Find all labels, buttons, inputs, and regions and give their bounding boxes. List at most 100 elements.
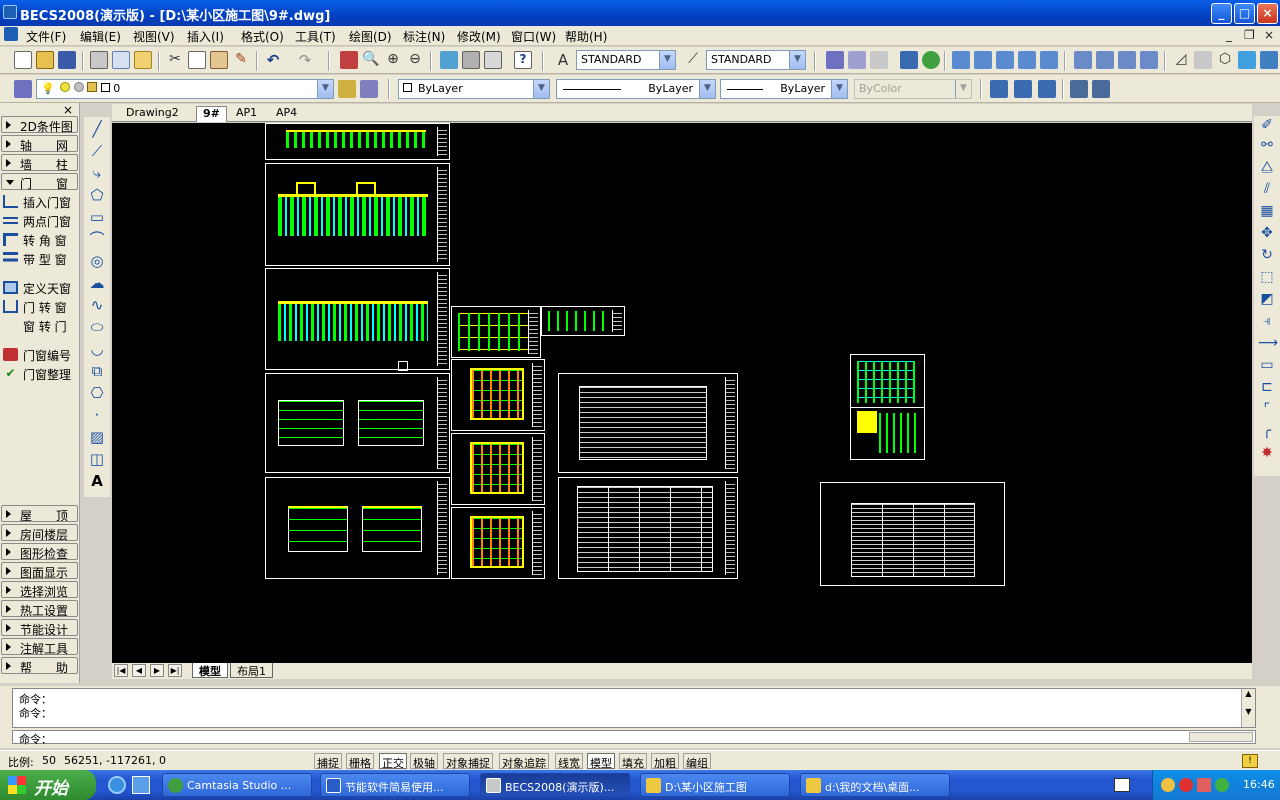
- menu-dimension[interactable]: 标注(N): [403, 28, 445, 45]
- chevron-down-icon[interactable]: ▼: [789, 51, 805, 69]
- group-axis-grid[interactable]: 轴 网: [1, 135, 78, 153]
- print-icon[interactable]: [90, 51, 108, 69]
- polyline-icon[interactable]: ⤷: [88, 164, 106, 182]
- tab-ap4[interactable]: AP4: [270, 106, 303, 122]
- tray-user-icon[interactable]: [1161, 778, 1175, 792]
- task-folder-drawings[interactable]: D:\某小区施工图: [640, 773, 790, 797]
- group-help[interactable]: 帮 助: [1, 657, 78, 675]
- dim-style-select[interactable]: STANDARD ▼: [706, 50, 806, 70]
- group-display[interactable]: 图面显示: [1, 562, 78, 580]
- publish-icon[interactable]: [134, 51, 152, 69]
- sun-icon[interactable]: [60, 82, 71, 92]
- view-front-icon[interactable]: [1040, 51, 1058, 69]
- array-icon[interactable]: ▦: [1258, 202, 1276, 220]
- save-icon[interactable]: [58, 51, 76, 69]
- item-insert-door-window[interactable]: 插入门窗: [1, 193, 78, 210]
- insert-block-icon[interactable]: ⧉: [88, 362, 106, 380]
- zoom-realtime-icon[interactable]: 🔍: [362, 51, 380, 69]
- drawing-sheet[interactable]: [558, 477, 738, 579]
- tray-update-icon[interactable]: [1215, 778, 1229, 792]
- drawing-sheet[interactable]: [265, 163, 450, 266]
- tab-9[interactable]: 9#: [196, 106, 227, 122]
- text-style-select[interactable]: STANDARD ▼: [576, 50, 676, 70]
- pan-icon[interactable]: [340, 51, 358, 69]
- move-icon[interactable]: ✥: [1258, 224, 1276, 242]
- lightbulb-icon[interactable]: 💡: [41, 82, 55, 95]
- group-wall-column[interactable]: 墙 柱: [1, 154, 78, 172]
- dim-edit-icon[interactable]: [1092, 80, 1110, 98]
- arc-icon[interactable]: ⌒: [88, 230, 106, 248]
- drawing-sheet[interactable]: [820, 482, 1005, 586]
- drawing-sheet[interactable]: [265, 268, 450, 370]
- menu-file[interactable]: 文件(F): [26, 28, 66, 45]
- zoom-window-icon[interactable]: ⊕: [384, 51, 402, 69]
- multiline-text-icon[interactable]: A: [88, 472, 106, 490]
- dim-continue-icon[interactable]: [1070, 80, 1088, 98]
- toggle-group[interactable]: 编组: [683, 753, 711, 770]
- item-door-window-organize[interactable]: ✔ 门窗整理: [1, 365, 78, 382]
- ie-icon[interactable]: [108, 776, 126, 794]
- spline-icon[interactable]: ∿: [88, 296, 106, 314]
- color-select[interactable]: ByLayer ▼: [398, 79, 550, 99]
- item-strip-window[interactable]: 带 型 窗: [1, 250, 78, 267]
- design-center-icon[interactable]: [462, 51, 480, 69]
- linetype-select[interactable]: ByLayer ▼: [556, 79, 716, 99]
- preview-icon[interactable]: [112, 51, 130, 69]
- mdi-restore-button[interactable]: ❐: [1244, 28, 1255, 42]
- layer-manager-icon[interactable]: [14, 80, 32, 98]
- item-window-to-door[interactable]: 窗 转 门: [1, 317, 78, 334]
- keyboard-icon[interactable]: [1114, 778, 1130, 792]
- menu-view[interactable]: 视图(V): [133, 28, 175, 45]
- toggle-polar[interactable]: 极轴: [410, 753, 438, 770]
- dim-linear-icon[interactable]: [990, 80, 1008, 98]
- item-corner-window[interactable]: 转 角 窗: [1, 231, 78, 248]
- undo-icon[interactable]: ↶: [264, 51, 282, 69]
- copy-object-icon[interactable]: ⚯: [1258, 136, 1276, 154]
- tab-layout1[interactable]: 布局1: [230, 663, 273, 678]
- chevron-down-icon[interactable]: ▼: [699, 80, 715, 98]
- mirror-icon[interactable]: ⧋: [1258, 158, 1276, 176]
- dim-aligned-icon[interactable]: [1014, 80, 1032, 98]
- break-at-point-icon[interactable]: ▭: [1258, 356, 1276, 374]
- point-icon[interactable]: ·: [88, 406, 106, 424]
- rectangle-icon[interactable]: ▭: [88, 208, 106, 226]
- command-history[interactable]: 命令： 命令： ▲ ▼: [12, 688, 1256, 728]
- prev-tab-button[interactable]: ◀: [132, 664, 146, 677]
- tray-network-icon[interactable]: [1197, 778, 1211, 792]
- chamfer-icon[interactable]: ⌜: [1258, 400, 1276, 418]
- tray-antivirus-icon[interactable]: [1179, 778, 1193, 792]
- view-bottom-icon[interactable]: [974, 51, 992, 69]
- task-folder-desktop[interactable]: d:\我的文档\桌面...: [800, 773, 950, 797]
- tab-ap1[interactable]: AP1: [230, 106, 263, 122]
- tab-model[interactable]: 模型: [192, 663, 228, 678]
- task-camtasia[interactable]: Camtasia Studio ...: [162, 773, 312, 797]
- layer-previous-icon[interactable]: [870, 51, 888, 69]
- circle-icon[interactable]: ◎: [88, 252, 106, 270]
- group-room-floor[interactable]: 房间楼层: [1, 524, 78, 542]
- layer-icon[interactable]: [826, 51, 844, 69]
- text-style-icon[interactable]: A: [554, 51, 572, 69]
- flat-shaded-icon[interactable]: [1260, 51, 1278, 69]
- clock[interactable]: 16:46: [1243, 778, 1275, 791]
- layer-previous-icon[interactable]: [360, 80, 378, 98]
- lineweight-select[interactable]: ByLayer ▼: [720, 79, 848, 99]
- zoom-previous-icon[interactable]: ⊖: [406, 51, 424, 69]
- tool-palette-icon[interactable]: [484, 51, 502, 69]
- group-graphic-check[interactable]: 图形检查: [1, 543, 78, 561]
- item-door-to-window[interactable]: 门 转 窗: [1, 298, 78, 315]
- make-current-icon[interactable]: [338, 80, 356, 98]
- drawing-sheet[interactable]: [850, 354, 925, 460]
- menu-tools[interactable]: 工具(T): [295, 28, 336, 45]
- scale-value[interactable]: 50: [40, 753, 58, 769]
- properties-icon[interactable]: [440, 51, 458, 69]
- scale-icon[interactable]: ⬚: [1258, 268, 1276, 286]
- drawing-sheet[interactable]: [451, 507, 545, 579]
- group-thermal-settings[interactable]: 热工设置: [1, 600, 78, 618]
- scrollbar[interactable]: ▲ ▼: [1241, 689, 1255, 727]
- menu-draw[interactable]: 绘图(D): [349, 28, 392, 45]
- tab-drawing2[interactable]: Drawing2: [120, 106, 185, 122]
- extend-icon[interactable]: ⟶: [1258, 334, 1278, 352]
- toggle-bold[interactable]: 加粗: [651, 753, 679, 770]
- shade-2d-icon[interactable]: ◿: [1172, 51, 1190, 69]
- paste-icon[interactable]: [210, 51, 228, 69]
